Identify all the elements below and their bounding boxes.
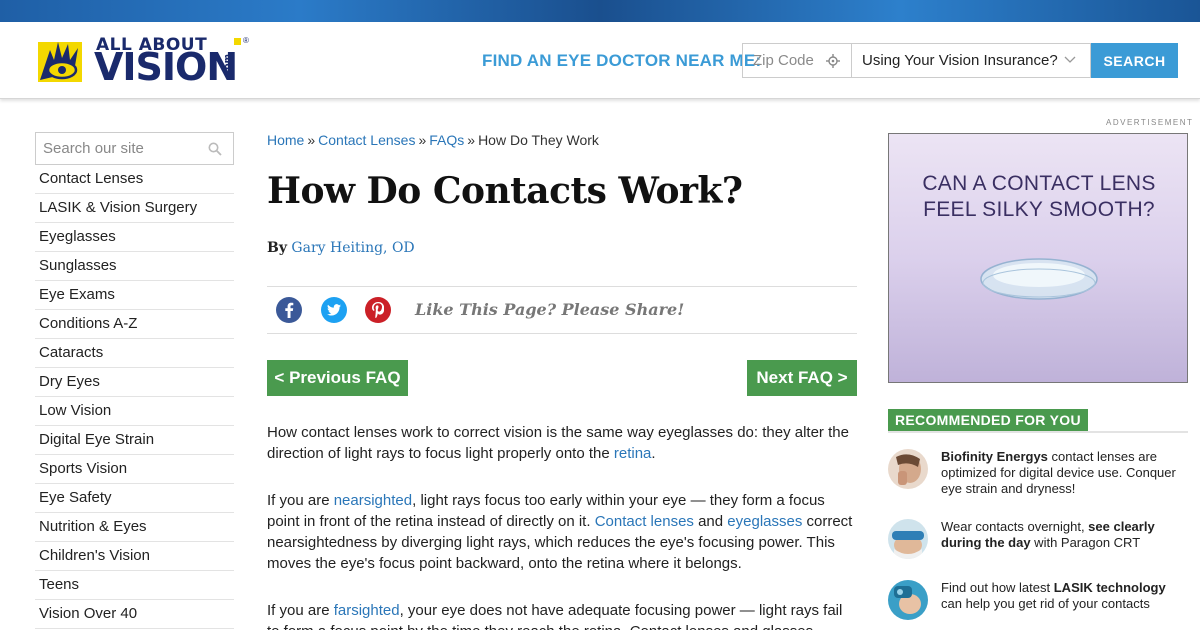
sidebar-nav: Contact Lenses LASIK & Vision Surgery Ey… [35, 165, 234, 629]
sidebar-item-nutrition[interactable]: Nutrition & Eyes [35, 513, 234, 542]
eye-logo-icon [38, 42, 82, 82]
paragraph-text: How contact lenses work to correct visio… [267, 424, 849, 462]
facebook-share-button[interactable] [276, 297, 302, 323]
find-eye-doctor-label: FIND AN EYE DOCTOR NEAR ME: [482, 51, 762, 70]
top-banner-bar [0, 0, 1200, 22]
search-icon[interactable] [208, 142, 222, 156]
recommended-text: Find out how latest LASIK technology can… [941, 580, 1188, 612]
breadcrumb-separator: » [418, 132, 427, 148]
share-prompt: Like This Page? Please Share! [415, 300, 685, 319]
byline-label: By [267, 240, 287, 256]
sidebar-item-childrens-vision[interactable]: Children's Vision [35, 542, 234, 571]
vision-insurance-label: Using Your Vision Insurance? [862, 52, 1058, 69]
paragraph-text: and [693, 513, 728, 530]
ad-headline-line1: CAN A CONTACT LENS [922, 172, 1156, 195]
location-target-icon[interactable] [826, 54, 840, 68]
paragraph-text: . [651, 445, 656, 462]
recommended-title: RECOMMENDED FOR YOU [888, 409, 1088, 431]
author-link[interactable]: Gary Heiting, OD [291, 240, 414, 256]
paragraph-text: If you are [267, 492, 334, 509]
nearsighted-link[interactable]: nearsighted [334, 492, 412, 509]
breadcrumb: Home» Contact Lenses» FAQs» How Do They Wor… [267, 132, 599, 148]
article-paragraph: If you are nearsighted, light rays focus… [267, 490, 857, 574]
sidebar-item-teens[interactable]: Teens [35, 571, 234, 600]
sidebar-item-dry-eyes[interactable]: Dry Eyes [35, 368, 234, 397]
site-search-input[interactable] [36, 133, 196, 164]
recommended-body: Find out how latest [941, 580, 1054, 595]
share-bar: Like This Page? Please Share! [267, 286, 857, 334]
sidebar-item-digital-eye-strain[interactable]: Digital Eye Strain [35, 426, 234, 455]
zip-code-field[interactable] [742, 43, 852, 78]
recommended-thumbnail [888, 449, 928, 489]
recommended-thumbnail [888, 519, 928, 559]
recommended-body: Wear contacts overnight, [941, 519, 1089, 534]
sidebar-item-sports-vision[interactable]: Sports Vision [35, 455, 234, 484]
vision-insurance-select[interactable]: Using Your Vision Insurance? [851, 43, 1091, 78]
pinterest-share-button[interactable] [365, 297, 391, 323]
article-paragraph: How contact lenses work to correct visio… [267, 422, 857, 464]
site-logo[interactable]: ALL ABOUT VISION .com ® [36, 32, 249, 90]
logo-text-main: VISION [94, 45, 238, 89]
farsighted-link[interactable]: farsighted [334, 602, 400, 619]
sidebar-item-low-vision[interactable]: Low Vision [35, 397, 234, 426]
sidebar-item-vision-over-40[interactable]: Vision Over 40 [35, 600, 234, 629]
recommended-body: with Paragon CRT [1030, 535, 1141, 550]
recommended-header: RECOMMENDED FOR YOU [888, 409, 1188, 433]
sidebar-item-eyeglasses[interactable]: Eyeglasses [35, 223, 234, 252]
sidebar-item-lasik[interactable]: LASIK & Vision Surgery [35, 194, 234, 223]
breadcrumb-separator: » [467, 132, 476, 148]
sidebar-item-contact-lenses[interactable]: Contact Lenses [35, 165, 234, 194]
recommended-text: Biofinity Energys contact lenses are opt… [941, 449, 1188, 497]
twitter-icon [327, 304, 341, 316]
sidebar-item-eye-exams[interactable]: Eye Exams [35, 281, 234, 310]
breadcrumb-home[interactable]: Home [267, 132, 304, 148]
twitter-share-button[interactable] [321, 297, 347, 323]
breadcrumb-contact-lenses[interactable]: Contact Lenses [318, 132, 415, 148]
pinterest-icon [372, 302, 384, 318]
registered-mark: ® [243, 36, 249, 45]
previous-faq-button[interactable]: < Previous FAQ [267, 360, 408, 396]
recommended-thumbnail [888, 580, 928, 620]
ad-headline-line2: FEEL SILKY SMOOTH? [923, 198, 1155, 221]
logo-text-com: .com [223, 54, 233, 79]
next-faq-button[interactable]: Next FAQ > [747, 360, 857, 396]
byline: By Gary Heiting, OD [267, 240, 415, 256]
site-search-box[interactable] [35, 132, 234, 165]
eyeglasses-link[interactable]: eyeglasses [727, 513, 802, 530]
recommended-body: can help you get rid of your contacts [941, 596, 1150, 611]
sidebar-item-eye-safety[interactable]: Eye Safety [35, 484, 234, 513]
article-paragraph: If you are farsighted, your eye does not… [267, 600, 857, 630]
breadcrumb-current: How Do They Work [478, 132, 599, 148]
sidebar-item-cataracts[interactable]: Cataracts [35, 339, 234, 368]
contact-lenses-link[interactable]: Contact lenses [595, 513, 694, 530]
advertisement-label: ADVERTISEMENT [1106, 118, 1194, 127]
sidebar-item-sunglasses[interactable]: Sunglasses [35, 252, 234, 281]
contact-lens-image [980, 258, 1098, 300]
breadcrumb-separator: » [307, 132, 316, 148]
recommended-text: Wear contacts overnight, see clearly dur… [941, 519, 1188, 551]
facebook-icon [285, 302, 294, 318]
site-header: ALL ABOUT VISION .com ® FIND AN EYE DOCT… [0, 22, 1200, 99]
zip-code-input[interactable] [743, 44, 821, 77]
contact-lens-advertisement[interactable]: CAN A CONTACT LENS FEEL SILKY SMOOTH? [888, 133, 1188, 383]
logo-square-mark [234, 38, 241, 45]
sidebar-item-conditions[interactable]: Conditions A-Z [35, 310, 234, 339]
recommended-bold: LASIK technology [1053, 580, 1166, 595]
recommended-bold: Biofinity Energys [941, 449, 1048, 464]
doctor-search-button[interactable]: SEARCH [1091, 43, 1178, 78]
breadcrumb-faqs[interactable]: FAQs [429, 132, 464, 148]
retina-link[interactable]: retina [614, 445, 652, 462]
chevron-down-icon [1064, 56, 1076, 63]
page-title: How Do Contacts Work? [267, 170, 743, 212]
paragraph-text: If you are [267, 602, 334, 619]
